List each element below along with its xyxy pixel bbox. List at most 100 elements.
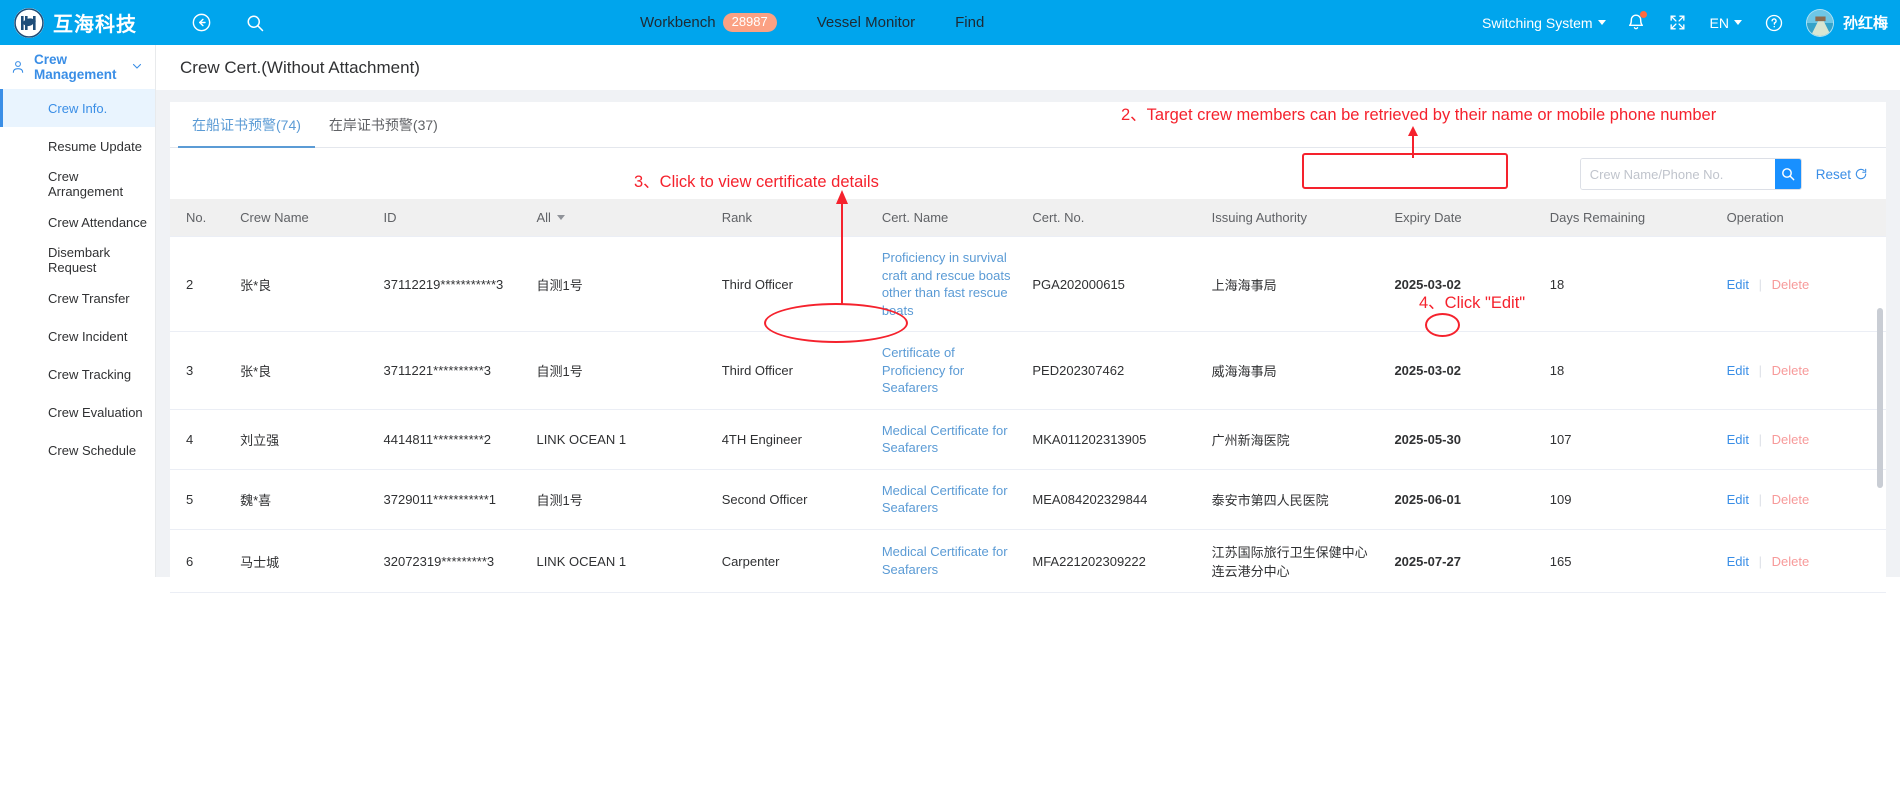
sidebar-item-crew-evaluation[interactable]: Crew Evaluation [0,393,155,431]
cell-crew-name: 刘立强 [232,409,376,470]
sidebar-item-crew-attendance[interactable]: Crew Attendance [0,203,155,241]
nav-right-cluster: Switching System EN 孙红梅 [1462,0,1888,45]
cell-crew-name: 马士城 [232,529,376,594]
cell-days-remaining: 109 [1541,469,1719,531]
col-id: ID [375,199,529,237]
cell-id: 3729011***********1 [375,469,529,531]
company-logo-icon [14,7,44,38]
col-issuing-authority: Issuing Authority [1203,199,1387,237]
vertical-scrollbar[interactable] [1876,308,1884,638]
edit-button[interactable]: Edit [1727,277,1749,292]
chevron-down-icon [556,215,565,220]
cert-name-link[interactable]: Certificate of Proficiency for Seafarers [882,345,964,395]
tab-onshore-cert-alert[interactable]: 在岸证书预警(37) [315,115,452,147]
cell-expiry-date: 2025-05-30 [1394,431,1461,447]
nav-item-label: Workbench [640,14,716,31]
nav-item-find[interactable]: Find [955,14,984,31]
switching-system-dropdown[interactable]: Switching System [1482,15,1606,31]
cell-no: 2 [170,236,233,333]
cell-rank: Carpenter [713,529,874,594]
cell-cert-no: MFA221202309222 [1024,529,1204,594]
crew-cert-table: No. Crew Name ID All Rank Cert. Name Cer… [170,199,1886,594]
cell-expiry-date: 2025-06-01 [1394,491,1461,507]
notifications-bell-icon[interactable] [1626,10,1647,34]
sidebar-item-label: Crew Arrangement [48,169,124,199]
col-cert-name: Cert. Name [873,199,1025,237]
brand[interactable]: 互海科技 [14,7,137,38]
col-crew-name: Crew Name [232,199,376,237]
edit-button[interactable]: Edit [1727,363,1749,378]
edit-button[interactable]: Edit [1727,432,1749,447]
fullscreen-icon[interactable] [1666,11,1690,35]
help-icon[interactable] [1762,11,1786,35]
delete-button[interactable]: Delete [1772,492,1810,507]
col-expiry-date: Expiry Date [1386,199,1542,237]
table-row[interactable]: 3 张*良 3711221**********3 自测1号 Third Offi… [170,331,1886,410]
cell-no: 5 [170,469,233,531]
cell-expiry-date: 2025-07-27 [1394,553,1461,569]
global-search-icon[interactable] [243,11,267,35]
sidebar-item-crew-info[interactable]: Crew Info. [0,89,155,127]
cert-name-link[interactable]: Medical Certificate for Seafarers [882,423,1008,456]
cert-name-link[interactable]: Proficiency in survival craft and rescue… [882,250,1011,318]
sidebar-group-crew-management[interactable]: Crew Management [0,45,155,89]
cell-all: LINK OCEAN 1 [528,529,714,594]
sidebar-item-crew-arrangement[interactable]: Crew Arrangement [0,165,155,203]
col-all-filter[interactable]: All [528,199,714,237]
cell-id: 37112219***********3 [375,236,529,333]
operation-separator: | [1758,553,1763,569]
edit-button[interactable]: Edit [1727,492,1749,507]
nav-item-vessel-monitor[interactable]: Vessel Monitor [817,14,915,31]
delete-button[interactable]: Delete [1772,277,1810,292]
delete-button[interactable]: Delete [1772,554,1810,569]
delete-button[interactable]: Delete [1772,432,1810,447]
col-cert-no: Cert. No. [1024,199,1204,237]
sidebar: Crew Management Crew Info. Resume Update… [0,45,156,577]
sidebar-group-label: Crew Management [34,52,117,82]
sidebar-item-crew-transfer[interactable]: Crew Transfer [0,279,155,317]
nav-item-workbench[interactable]: Workbench 28987 [640,13,777,32]
sidebar-item-crew-schedule[interactable]: Crew Schedule [0,431,155,469]
search-box[interactable] [1579,158,1802,190]
operation-separator: | [1758,276,1763,292]
sidebar-item-label: Crew Transfer [48,290,130,306]
cell-days-remaining: 165 [1541,529,1719,594]
sidebar-item-resume-update[interactable]: Resume Update [0,127,155,165]
language-selector[interactable]: EN [1710,15,1742,31]
cell-authority: 泰安市第四人民医院 [1203,469,1387,531]
nav-center-links: Workbench 28987 Vessel Monitor Find [640,0,984,45]
back-arrow-icon[interactable] [189,11,213,35]
cell-days-remaining: 107 [1541,409,1719,470]
brand-name: 互海科技 [53,14,137,36]
cell-authority: 江苏国际旅行卫生保健中心连云港分中心 [1203,529,1387,594]
delete-button[interactable]: Delete [1772,363,1810,378]
cell-rank: Third Officer [713,331,874,410]
cell-rank: 4TH Engineer [713,409,874,470]
reset-button[interactable]: Reset [1816,167,1868,182]
sidebar-item-crew-tracking[interactable]: Crew Tracking [0,355,155,393]
avatar[interactable] [1805,8,1834,37]
username-label: 孙红梅 [1842,15,1888,32]
sidebar-item-crew-incident[interactable]: Crew Incident [0,317,155,355]
edit-button[interactable]: Edit [1727,554,1749,569]
table-row[interactable]: 6 马士城 32072319*********3 LINK OCEAN 1 Ca… [170,529,1886,594]
cell-cert-no: MEA084202329844 [1024,469,1204,531]
scrollbar-thumb[interactable] [1877,308,1883,488]
cell-cert-no: PGA202000615 [1024,236,1204,333]
table-row[interactable]: 2 张*良 37112219***********3 自测1号 Third Of… [170,236,1886,333]
notification-dot [1639,10,1647,18]
table-row[interactable]: 4 刘立强 4414811**********2 LINK OCEAN 1 4T… [170,409,1886,470]
cert-name-link[interactable]: Medical Certificate for Seafarers [882,544,1008,577]
search-submit-button[interactable] [1774,159,1801,189]
sidebar-item-disembark-request[interactable]: Disembark Request [0,241,155,279]
operation-separator: | [1758,363,1763,378]
cell-all: 自测1号 [528,469,714,531]
cell-id: 3711221**********3 [375,331,529,410]
cert-name-link[interactable]: Medical Certificate for Seafarers [882,483,1008,516]
table-row[interactable]: 5 魏*喜 3729011***********1 自测1号 Second Of… [170,469,1886,531]
page-title: Crew Cert.(Without Attachment) [180,57,420,77]
search-input[interactable] [1580,159,1775,189]
tab-label: 在岸证书预警(37) [328,117,438,133]
tab-onboard-cert-alert[interactable]: 在船证书预警(74) [178,115,315,148]
cell-authority: 广州新海医院 [1203,409,1387,470]
